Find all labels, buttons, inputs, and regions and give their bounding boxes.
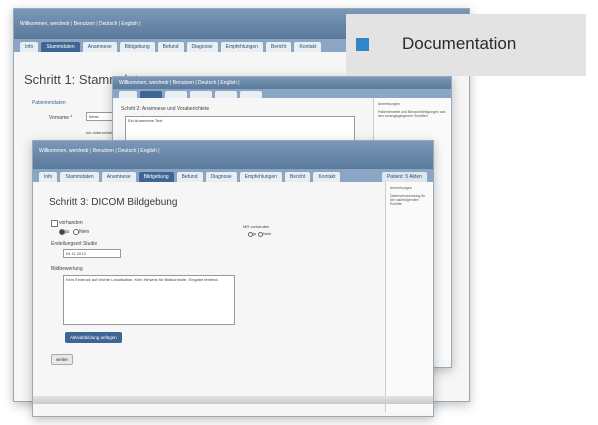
next-button[interactable]: weiter [51,354,74,365]
checkbox-icon[interactable] [51,220,58,227]
sidebar-text: Patientenseite und Benachrichtigungen au… [378,110,446,118]
mr-radio-nein-label: Nein [263,231,272,236]
add-image-button[interactable]: Aktivabbildung anfügen [65,332,122,343]
header-text: Willkommen, werdredr | Benutzen | Deutsc… [119,80,240,86]
documentation-marker-icon [356,38,369,51]
tab-info[interactable]: Info [20,42,39,52]
befund-label: Bildbewertung [51,266,83,272]
tab-empfehlungen[interactable]: Empfehlungen [220,42,263,52]
tab-stammdaten[interactable]: Stammdaten [60,172,99,182]
befund-textarea[interactable]: Kein Eindruck auf leichte Lokalisation. … [63,275,235,325]
date-field[interactable]: 04.11.2013 [63,249,121,258]
tab-bericht[interactable] [240,91,262,98]
window-bildgebung: Willkommen, werdredr | Benutzen | Deutsc… [32,140,434,417]
tab-kontakt[interactable]: Kontakt [313,172,341,182]
checkbox-label: vorhanden [59,220,83,226]
tab-diagnose[interactable]: Diagnose [205,172,237,182]
page-title: Schritt 3: DICOM Bildgebung [49,197,178,208]
tab-info[interactable]: Info [39,172,58,182]
tab-empfehlungen[interactable]: Empfehlungen [239,172,282,182]
tab-info[interactable] [119,91,137,98]
sidebar-title: Anmerkungen [378,102,400,106]
page-title: Schritt 2: Anamnese und Voraberichtete [121,106,210,112]
tab-befund[interactable]: Befund [176,172,203,182]
sidebar-text: Datenversammlung für die nachfolgenden S… [390,194,426,206]
tab-bericht[interactable]: Bericht [265,42,292,52]
tab-bildgebung[interactable]: Bildgebung [138,172,174,182]
patient-files-tab[interactable]: Patient: 5 Akten [381,172,427,182]
sidebar-title: Anmerkungen [390,186,412,190]
page-content: Schritt 3: DICOM Bildgebung vorhanden ja… [33,182,433,412]
tab-befund[interactable]: Befund [157,42,184,52]
tab-bericht[interactable]: Bericht [284,172,311,182]
name-label: Vorname * [49,115,73,121]
window-header: Willkommen, werdredr | Benutzen | Deutsc… [113,77,451,89]
date-label: Erstellungsort Studie [51,241,98,247]
tab-anamnese[interactable]: Anamnese [101,172,136,182]
window-header: Willkommen, werdredr | Benutzen | Deutsc… [33,141,433,169]
sidebar-notes: Anmerkungen Datenversammlung für die nac… [385,182,433,412]
tab-anamnese[interactable]: Anamnese [82,42,117,52]
tab-bar: Info Stammdaten Anamnese Bildgebung Befu… [33,169,433,182]
tab-bildgebung[interactable]: Bildgebung [119,42,155,52]
radio-ja-label: ja [65,229,69,235]
tab-kontakt[interactable]: Kontakt [294,42,322,52]
window-footer [33,396,433,404]
section-label: Patientendaten [32,100,66,106]
mr-radio-ja-label: ja [253,231,257,236]
mr-label: MR vorhanden [243,224,270,229]
tab-bar [113,89,451,98]
tab-bildgebung[interactable] [165,91,187,98]
tab-befund[interactable] [190,91,212,98]
tab-diagnose[interactable] [215,91,237,98]
tab-diagnose[interactable]: Diagnose [186,42,218,52]
documentation-banner: Documentation [346,14,586,76]
header-text: Willkommen, werdredr | Benutzen | Deutsc… [20,21,141,27]
tab-anamnese[interactable] [140,91,162,98]
header-text: Willkommen, werdredr | Benutzen | Deutsc… [39,148,160,154]
radio-nein-label: Nein [79,229,90,235]
tab-stammdaten[interactable]: Stammdaten [41,42,80,52]
documentation-label: Documentation [402,34,517,53]
